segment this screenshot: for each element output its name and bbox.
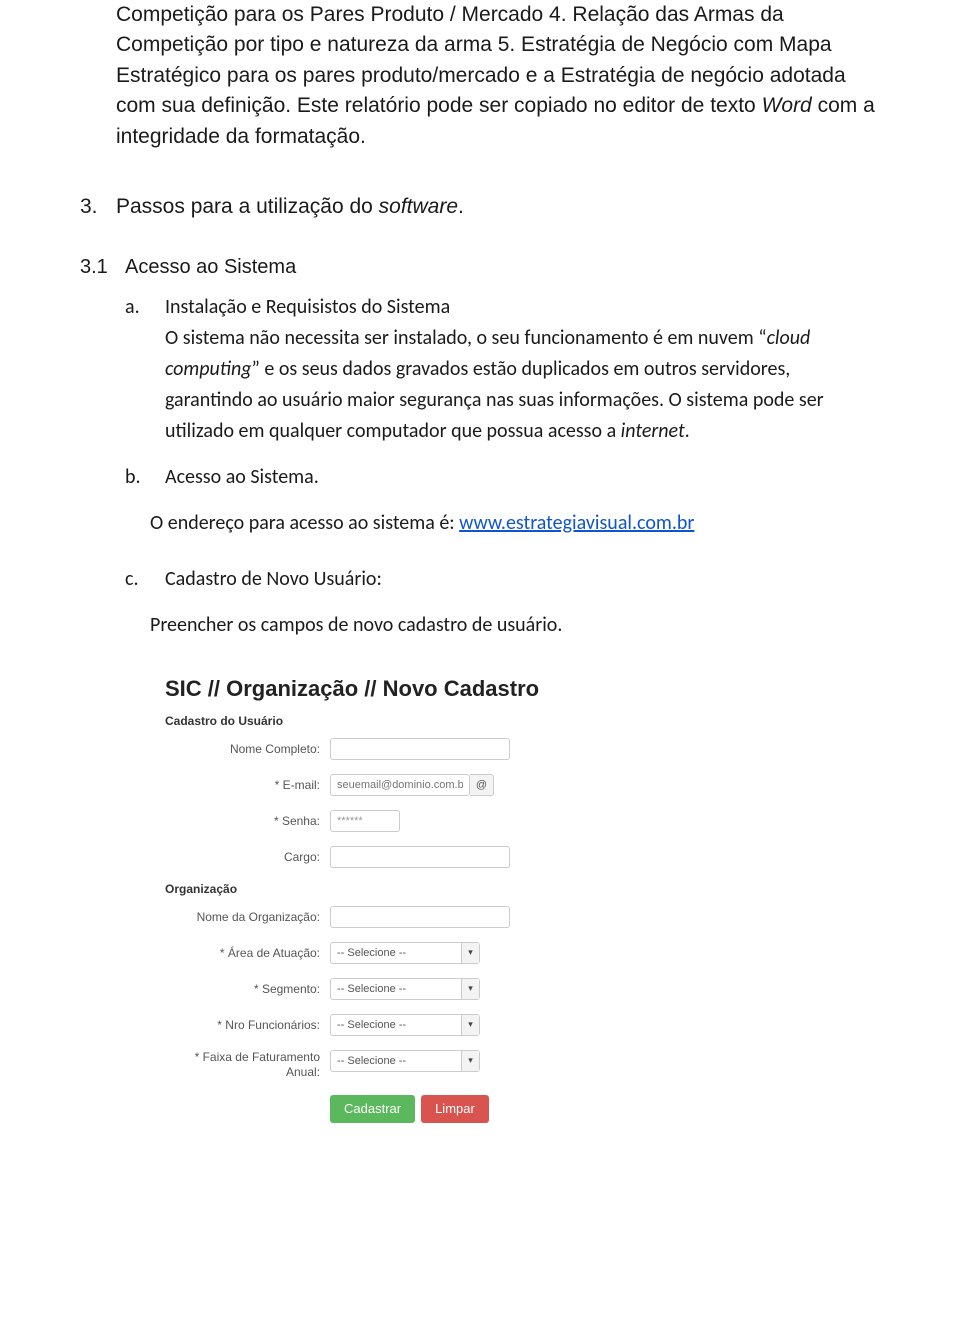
at-icon: @: [470, 774, 494, 796]
select-faixa-value: -- Selecione --: [337, 1055, 406, 1067]
list-item-b-letter: b.: [125, 462, 165, 493]
label-faixa: * Faixa de Faturamento Anual:: [165, 1050, 330, 1081]
list-item-c-letter: c.: [125, 564, 165, 595]
intro-text-1: Competição para os Pares Produto / Merca…: [116, 3, 846, 117]
row-nome-org: Nome da Organização:: [165, 906, 605, 928]
section-3-heading: 3. Passos para a utilização do software.: [80, 192, 880, 222]
row-nome: Nome Completo:: [165, 738, 605, 760]
row-email: * E-mail: @: [165, 774, 605, 796]
item-b-text: O endereço para acesso ao sistema é:: [150, 511, 459, 535]
select-nro-value: -- Selecione --: [337, 1019, 406, 1031]
chevron-down-icon: ▾: [461, 1015, 479, 1035]
input-nome[interactable]: [330, 738, 510, 760]
chevron-down-icon: ▾: [461, 979, 479, 999]
list-item-c: c. Cadastro de Novo Usuário:: [125, 564, 880, 595]
subsection-3-1-title: Acesso ao Sistema: [125, 253, 296, 282]
label-nro: * Nro Funcionários:: [165, 1018, 330, 1032]
select-nro[interactable]: -- Selecione -- ▾: [330, 1014, 480, 1036]
section-3-pre: Passos para a utilização do: [116, 195, 379, 218]
section-3-italic: software: [379, 195, 458, 218]
input-cargo[interactable]: [330, 846, 510, 868]
section-3-post: .: [458, 195, 464, 218]
item-b-link[interactable]: www.estrategiavisual.com.br: [459, 511, 694, 535]
form-button-row: Cadastrar Limpar: [330, 1095, 605, 1123]
label-email: * E-mail:: [165, 778, 330, 792]
label-nome: Nome Completo:: [165, 742, 330, 756]
item-a-italic2: internet: [621, 419, 685, 443]
item-a-line1: Instalação e Requisistos do Sistema: [165, 295, 450, 319]
chevron-down-icon: ▾: [461, 1051, 479, 1071]
select-segmento-value: -- Selecione --: [337, 983, 406, 995]
select-area[interactable]: -- Selecione -- ▾: [330, 942, 480, 964]
item-a-line2-pre: O sistema não necessita ser instalado, o…: [165, 326, 767, 350]
item-b-title: Acesso ao Sistema.: [165, 465, 319, 489]
cadastrar-button[interactable]: Cadastrar: [330, 1095, 415, 1123]
intro-italic-word: Word: [762, 94, 812, 117]
section-3-number: 3.: [80, 192, 116, 222]
email-input-group: @: [330, 774, 494, 796]
label-nome-org: Nome da Organização:: [165, 910, 330, 924]
row-senha: * Senha:: [165, 810, 605, 832]
row-faixa: * Faixa de Faturamento Anual: -- Selecio…: [165, 1050, 605, 1081]
select-faixa[interactable]: -- Selecione -- ▾: [330, 1050, 480, 1072]
label-area: * Área de Atuação:: [165, 946, 330, 960]
label-cargo: Cargo:: [165, 850, 330, 864]
subsection-3-1-number: 3.1: [80, 253, 125, 282]
list-item-a-letter: a.: [125, 292, 165, 447]
list-item-c-content: Cadastro de Novo Usuário:: [165, 564, 880, 595]
select-area-value: -- Selecione --: [337, 947, 406, 959]
limpar-button[interactable]: Limpar: [421, 1095, 489, 1123]
form-section-org: Organização: [165, 882, 605, 896]
list-item-b-content: Acesso ao Sistema.: [165, 462, 880, 493]
row-cargo: Cargo:: [165, 846, 605, 868]
item-c-title: Cadastro de Novo Usuário:: [165, 567, 382, 591]
input-nome-org[interactable]: [330, 906, 510, 928]
intro-paragraph: Competição para os Pares Produto / Merca…: [116, 0, 880, 152]
item-a-end: .: [685, 419, 690, 443]
section-3-title: Passos para a utilização do software.: [116, 192, 464, 222]
form-title: SIC // Organização // Novo Cadastro: [165, 676, 605, 702]
row-nro: * Nro Funcionários: -- Selecione -- ▾: [165, 1014, 605, 1036]
list-item-a: a. Instalação e Requisistos do Sistema O…: [125, 292, 880, 447]
select-segmento[interactable]: -- Selecione -- ▾: [330, 978, 480, 1000]
row-area: * Área de Atuação: -- Selecione -- ▾: [165, 942, 605, 964]
input-senha[interactable]: [330, 810, 400, 832]
form-section-user: Cadastro do Usuário: [165, 714, 605, 728]
input-email[interactable]: [330, 774, 470, 796]
chevron-down-icon: ▾: [461, 943, 479, 963]
item-a-line2-post: ” e os seus dados gravados estão duplica…: [165, 357, 824, 443]
label-segmento: * Segmento:: [165, 982, 330, 996]
registration-form-panel: SIC // Organização // Novo Cadastro Cada…: [150, 666, 620, 1138]
list-item-a-content: Instalação e Requisistos do Sistema O si…: [165, 292, 880, 447]
list-item-b: b. Acesso ao Sistema.: [125, 462, 880, 493]
item-c-paragraph: Preencher os campos de novo cadastro de …: [150, 610, 880, 641]
subsection-3-1-heading: 3.1 Acesso ao Sistema: [80, 253, 880, 282]
row-segmento: * Segmento: -- Selecione -- ▾: [165, 978, 605, 1000]
item-b-paragraph: O endereço para acesso ao sistema é: www…: [150, 508, 880, 539]
label-senha: * Senha:: [165, 814, 330, 828]
